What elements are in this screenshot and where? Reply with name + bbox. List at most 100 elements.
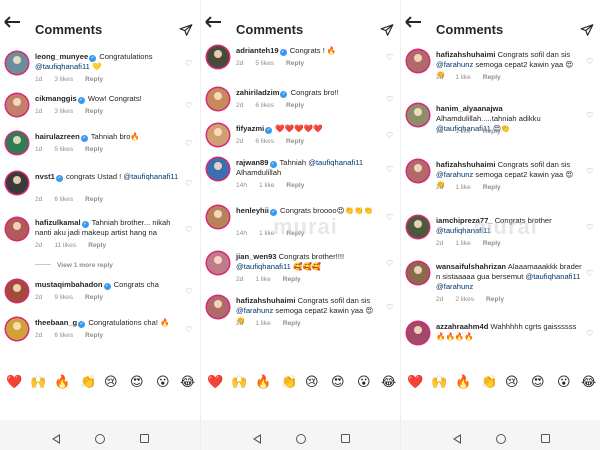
like-heart-icon[interactable]: ♡ <box>386 96 393 104</box>
comment-likes[interactable]: 2 likes <box>455 296 474 303</box>
comment-likes[interactable]: 11 likes <box>54 242 76 249</box>
nav-home-icon[interactable] <box>95 434 105 444</box>
username[interactable]: leong_munyee <box>35 52 88 61</box>
mention-link[interactable]: @taufiqhanafi11 <box>236 262 291 271</box>
emoji-reaction[interactable]: ❤️ <box>6 374 22 390</box>
reply-button[interactable]: Reply <box>85 196 103 203</box>
mention-link[interactable]: @taufiqhanafi11 <box>308 158 363 167</box>
reply-button[interactable]: Reply <box>85 294 103 301</box>
reply-button[interactable]: Reply <box>483 240 501 247</box>
comment-likes[interactable]: 3 likes <box>54 108 73 115</box>
mention-link[interactable]: @farahunz <box>236 306 273 315</box>
reply-button[interactable]: Reply <box>283 276 301 283</box>
avatar[interactable] <box>207 88 229 110</box>
emoji-reaction[interactable]: 😂 <box>180 374 195 390</box>
nav-recents-icon[interactable] <box>541 434 550 443</box>
nav-home-icon[interactable] <box>296 434 306 444</box>
comment-likes[interactable]: 6 likes <box>54 196 73 203</box>
like-heart-icon[interactable]: ♡ <box>586 224 593 232</box>
username[interactable]: hafizahshuhaimi <box>436 160 496 169</box>
avatar[interactable] <box>407 216 429 238</box>
nav-back-icon[interactable] <box>253 434 261 444</box>
reply-button[interactable]: Reply <box>486 296 504 303</box>
avatar[interactable] <box>6 52 28 74</box>
like-heart-icon[interactable]: ♡ <box>386 214 393 222</box>
username[interactable]: cikmanggis <box>35 94 77 103</box>
emoji-reaction[interactable]: 👏 <box>80 374 96 390</box>
reply-button[interactable]: Reply <box>483 128 501 135</box>
mention-link[interactable]: @taufiqhanafi11 <box>35 62 90 71</box>
username[interactable]: rajwan89 <box>236 158 269 167</box>
reply-button[interactable]: Reply <box>483 74 501 81</box>
username[interactable]: fifyazmi <box>236 124 264 133</box>
avatar[interactable] <box>6 94 28 116</box>
avatar[interactable] <box>407 104 429 126</box>
reply-button[interactable]: Reply <box>286 230 304 237</box>
emoji-reaction[interactable]: 😮 <box>357 374 371 390</box>
emoji-reaction[interactable]: 🔥 <box>255 374 271 390</box>
username[interactable]: azzahraahm4d <box>436 322 488 331</box>
avatar[interactable] <box>6 318 28 340</box>
comment-likes[interactable]: 1 like <box>255 320 270 327</box>
like-heart-icon[interactable]: ♡ <box>185 60 192 68</box>
emoji-reaction[interactable]: 😍 <box>331 374 345 390</box>
comment-likes[interactable]: 6 likes <box>54 332 73 339</box>
avatar[interactable] <box>6 132 28 154</box>
like-heart-icon[interactable]: ♡ <box>586 330 593 338</box>
like-heart-icon[interactable]: ♡ <box>185 288 192 296</box>
avatar[interactable] <box>407 50 429 72</box>
nav-recents-icon[interactable] <box>341 434 350 443</box>
emoji-reaction[interactable]: 🔥 <box>54 374 70 390</box>
like-heart-icon[interactable]: ♡ <box>185 102 192 110</box>
like-heart-icon[interactable]: ♡ <box>586 58 593 66</box>
avatar[interactable] <box>207 252 229 274</box>
emoji-reaction[interactable]: 🙌 <box>231 374 247 390</box>
username[interactable]: hafizulkamal <box>35 218 81 227</box>
emoji-reaction[interactable]: 😍 <box>130 374 144 390</box>
comment-likes[interactable]: 1 like <box>259 182 274 189</box>
comment-likes[interactable]: 5 likes <box>255 60 274 67</box>
comment-likes[interactable]: 1 like <box>455 184 470 191</box>
like-heart-icon[interactable]: ♡ <box>586 168 593 176</box>
like-heart-icon[interactable]: ♡ <box>586 112 593 120</box>
username[interactable]: jian_wen93 <box>236 252 277 261</box>
avatar[interactable] <box>407 262 429 284</box>
like-heart-icon[interactable]: ♡ <box>386 260 393 268</box>
reply-button[interactable]: Reply <box>85 332 103 339</box>
emoji-reaction[interactable]: 🔥 <box>455 374 471 390</box>
comment-likes[interactable]: 6 likes <box>255 102 274 109</box>
emoji-reaction[interactable]: 👏 <box>481 374 497 390</box>
emoji-reaction[interactable]: 👏 <box>281 374 297 390</box>
avatar[interactable] <box>6 280 28 302</box>
username[interactable]: mustaqimbahadon <box>35 280 103 289</box>
avatar[interactable] <box>207 46 229 68</box>
emoji-reaction[interactable]: 😢 <box>505 374 519 390</box>
nav-home-icon[interactable] <box>496 434 506 444</box>
reply-button[interactable]: Reply <box>85 146 103 153</box>
nav-back-icon[interactable] <box>52 434 60 444</box>
like-heart-icon[interactable]: ♡ <box>386 166 393 174</box>
like-heart-icon[interactable]: ♡ <box>586 270 593 278</box>
emoji-reaction[interactable]: ❤️ <box>207 374 223 390</box>
comment-likes[interactable]: 1 like <box>455 74 470 81</box>
reply-button[interactable]: Reply <box>286 138 304 145</box>
nav-recents-icon[interactable] <box>140 434 149 443</box>
reply-button[interactable]: Reply <box>286 182 304 189</box>
avatar[interactable] <box>207 206 229 228</box>
comment-likes[interactable]: 1 like <box>255 276 270 283</box>
username[interactable]: iamchipreza77_ <box>436 216 493 225</box>
like-heart-icon[interactable]: ♡ <box>386 304 393 312</box>
avatar[interactable] <box>207 158 229 180</box>
username[interactable]: hanim_alyaanajwa <box>436 104 503 113</box>
emoji-reaction[interactable]: 🙌 <box>30 374 46 390</box>
mention-link[interactable]: @taufiqhanafi11 <box>123 172 178 181</box>
like-heart-icon[interactable]: ♡ <box>386 54 393 62</box>
comment-likes[interactable]: 6 likes <box>255 138 274 145</box>
reply-button[interactable]: Reply <box>85 108 103 115</box>
username[interactable]: henleyhii <box>236 206 269 215</box>
emoji-reaction[interactable]: 😮 <box>156 374 170 390</box>
comment-likes[interactable]: 1 like <box>455 128 470 135</box>
reply-button[interactable]: Reply <box>483 184 501 191</box>
reply-button[interactable]: Reply <box>85 76 103 83</box>
emoji-reaction[interactable]: 😢 <box>305 374 319 390</box>
